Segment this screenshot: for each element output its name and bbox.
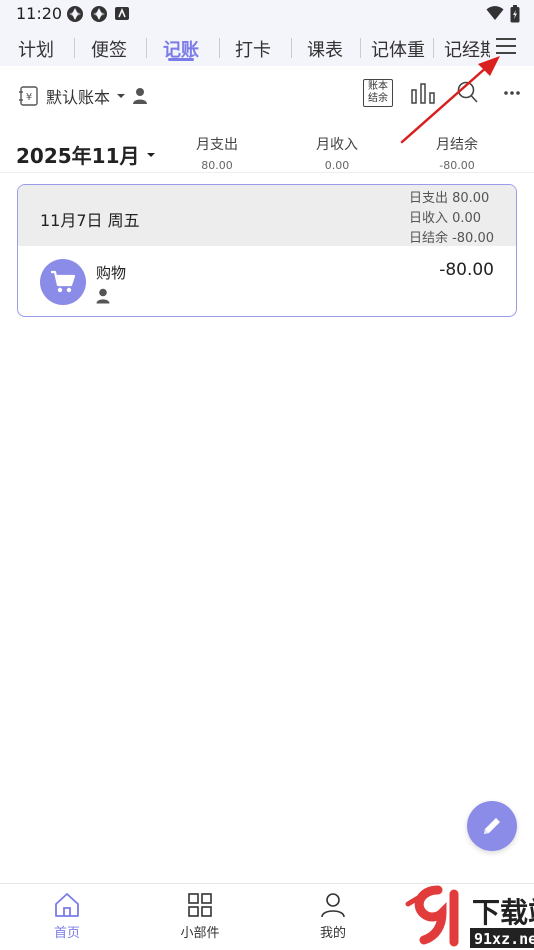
- monthly-balance: 月结余 -80.00: [412, 134, 502, 172]
- app-notification-icon: [67, 6, 83, 22]
- month-selector[interactable]: 2025年11月: [16, 140, 156, 169]
- svg-text:¥: ¥: [26, 92, 32, 103]
- status-time: 11:20: [16, 4, 63, 23]
- tab-separator: [360, 38, 361, 58]
- day-header: 11月7日 周五 日支出 80.00 日收入 0.00 日结余 -80.00: [18, 185, 516, 246]
- nav-mine-label: 我的: [319, 926, 346, 941]
- status-bar: 11:20: [0, 0, 534, 28]
- site-watermark-logo: 下载站 91xz.net: [405, 885, 534, 948]
- monthly-expense-label: 月支出: [196, 137, 238, 153]
- pencil-icon: [484, 818, 500, 834]
- tab-weight[interactable]: 记体重: [371, 36, 425, 64]
- statistics-chart-icon[interactable]: [411, 82, 435, 104]
- grid-icon: [188, 893, 212, 917]
- member-icon[interactable]: [132, 87, 148, 105]
- monthly-income: 月收入 0.00: [292, 134, 382, 172]
- balance-icon-text: 结余: [368, 93, 388, 104]
- monthly-balance-label: 月结余: [436, 137, 478, 153]
- day-expense: 日支出 80.00: [408, 191, 490, 206]
- summary-divider: [0, 172, 534, 173]
- nav-widgets[interactable]: 小部件: [160, 892, 240, 941]
- battery-icon: [510, 5, 520, 23]
- tab-period-clip: 记经期: [444, 36, 490, 62]
- caret-down-icon: [117, 94, 126, 98]
- list-item[interactable]: 购物 -80.00: [18, 246, 516, 316]
- add-record-button[interactable]: [467, 801, 517, 851]
- home-icon: [55, 893, 79, 917]
- wifi-icon: [486, 6, 504, 20]
- more-options-icon[interactable]: [504, 91, 520, 95]
- active-tab-indicator: [168, 58, 194, 61]
- tab-plan[interactable]: 计划: [18, 36, 54, 64]
- monthly-balance-value: -80.00: [439, 159, 475, 172]
- balance-icon-text: 账本: [368, 81, 388, 92]
- tab-notes[interactable]: 便签: [91, 36, 127, 64]
- nav-home-label: 首页: [53, 926, 80, 941]
- status-notification-icons: [66, 5, 130, 23]
- category-icon-badge: [40, 259, 86, 305]
- account-book-name: 默认账本: [46, 88, 111, 107]
- day-stats: 日支出 80.00 日收入 0.00 日结余 -80.00: [409, 189, 494, 249]
- monthly-income-value: 0.00: [324, 159, 350, 172]
- account-book-icon: ¥: [19, 86, 38, 106]
- status-system-icons: [486, 5, 520, 23]
- menu-icon-line: [496, 52, 516, 54]
- caret-down-icon: [146, 152, 155, 157]
- monthly-income-label: 月收入: [316, 137, 358, 153]
- monthly-expense-value: 80.00: [201, 159, 233, 172]
- monthly-expense: 月支出 80.00: [172, 134, 262, 172]
- menu-icon: [496, 38, 516, 40]
- app-notification-icon: [91, 6, 107, 22]
- day-record-card: 11月7日 周五 日支出 80.00 日收入 0.00 日结余 -80.00 购…: [17, 184, 517, 317]
- nav-widgets-label: 小部件: [180, 926, 220, 941]
- entry-category: 购物: [96, 264, 127, 282]
- tab-separator: [433, 38, 434, 58]
- account-balance-button[interactable]: 账本 结余: [363, 79, 393, 107]
- nav-home[interactable]: 首页: [27, 892, 107, 941]
- account-book-selector[interactable]: ¥ 默认账本: [18, 84, 148, 108]
- search-icon[interactable]: [457, 81, 479, 105]
- tab-period[interactable]: 记经期: [444, 36, 490, 62]
- person-icon: [321, 893, 345, 918]
- tab-menu-button[interactable]: [496, 36, 518, 56]
- watermark-url: 91xz.net: [474, 930, 534, 948]
- watermark-title: 下载站: [472, 896, 534, 929]
- day-income: 日收入 0.00: [408, 211, 482, 226]
- tab-separator: [291, 38, 292, 58]
- entry-amount: -80.00: [439, 260, 494, 280]
- nav-mine[interactable]: 我的: [293, 892, 373, 941]
- tab-separator: [219, 38, 220, 58]
- tab-timetable[interactable]: 课表: [307, 36, 343, 64]
- shopping-cart-icon: [51, 270, 76, 293]
- menu-icon-line: [496, 45, 516, 47]
- member-icon: [96, 288, 110, 304]
- tab-separator: [146, 38, 147, 58]
- tab-checkin[interactable]: 打卡: [235, 36, 271, 64]
- android-notification-icon: [115, 7, 129, 20]
- day-date: 11月7日 周五: [40, 211, 140, 230]
- toolbar: ¥ 默认账本 账本 结余: [0, 66, 534, 122]
- current-month: 2025年11月: [16, 144, 140, 168]
- tab-separator: [74, 38, 75, 58]
